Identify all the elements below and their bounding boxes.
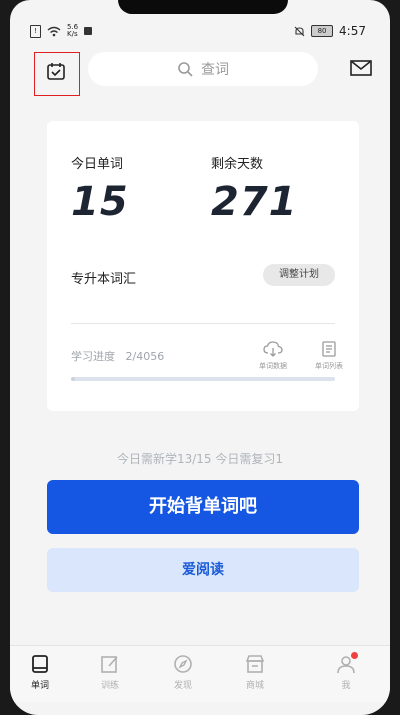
- search-bar[interactable]: 查词: [88, 52, 318, 86]
- adjust-plan-button[interactable]: 调整计划: [263, 264, 335, 286]
- days-left-value: 271: [211, 179, 298, 225]
- wifi-icon: [47, 26, 61, 36]
- notification-badge: [351, 652, 358, 659]
- network-speed: 5.6 K/s: [67, 23, 79, 38]
- progress-label: 学习进度 2/4056: [71, 350, 165, 363]
- progress-bar: [71, 377, 335, 381]
- compass-icon: [174, 655, 192, 673]
- start-memorizing-button[interactable]: 开始背单词吧: [47, 480, 359, 534]
- word-book-name: 专升本词汇: [71, 272, 137, 287]
- today-words-label: 今日单词: [71, 157, 124, 172]
- sim-icon: !: [30, 24, 41, 38]
- battery-icon: 80: [311, 25, 334, 37]
- status-bar: ! 5.6 K/s 80 4:57: [10, 22, 390, 42]
- tab-store[interactable]: 商城: [225, 654, 285, 691]
- progress-value: 2/4056: [125, 350, 165, 363]
- tab-discover[interactable]: 发现: [153, 654, 213, 691]
- notification-icon: [84, 27, 93, 35]
- progress-fill: [71, 377, 75, 381]
- clock: 4:57: [339, 24, 366, 38]
- love-reading-button[interactable]: 爱阅读: [47, 548, 359, 592]
- search-icon: [178, 62, 193, 77]
- store-icon: [245, 655, 265, 673]
- list-icon: [322, 341, 336, 357]
- word-data-button[interactable]: 单词数据: [253, 341, 293, 371]
- tab-me[interactable]: 我: [316, 652, 376, 691]
- calendar-button[interactable]: [34, 52, 80, 96]
- phone-screen: ! 5.6 K/s 80 4:57 查词 今日单词 15 剩余天数 271 专升本…: [10, 0, 390, 715]
- days-left-label: 剩余天数: [211, 157, 264, 172]
- search-placeholder: 查词: [201, 62, 229, 78]
- word-list-button[interactable]: 单词列表: [309, 341, 349, 371]
- calendar-icon: [47, 63, 65, 80]
- study-card: 今日单词 15 剩余天数 271 专升本词汇 调整计划 学习进度 2/4056 …: [47, 121, 359, 411]
- book-icon: [32, 655, 48, 673]
- edit-icon: [101, 656, 118, 673]
- bottom-tab-bar: 单词 训练 发现 商城 我: [10, 645, 390, 702]
- camera-notch: [118, 0, 288, 14]
- daily-summary: 今日需新学13/15 今日需复习1: [116, 452, 284, 466]
- today-words-value: 15: [71, 179, 129, 225]
- top-bar: 查词: [10, 52, 390, 96]
- mute-icon: [294, 26, 305, 36]
- tab-words[interactable]: 单词: [10, 654, 70, 691]
- tab-training[interactable]: 训练: [80, 654, 140, 691]
- mail-icon[interactable]: [350, 60, 372, 76]
- divider: [71, 323, 335, 324]
- cloud-download-icon: [263, 341, 283, 357]
